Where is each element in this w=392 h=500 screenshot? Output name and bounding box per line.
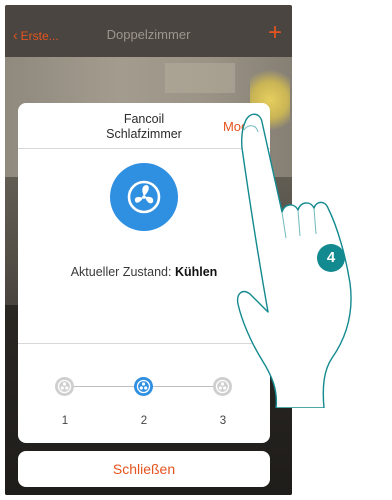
status-value: Kühlen [174,265,218,279]
speed-1-label: 1 [61,415,69,427]
fan-speed-icon [136,379,151,394]
page-title: Doppelzimmer [106,27,191,42]
close-button[interactable]: Schließen [18,451,270,487]
hand-pointer-icon [236,113,352,408]
top-bar: ‹ Erste... Doppelzimmer + [5,5,292,57]
speed-2-label: 2 [140,415,148,427]
plus-icon[interactable]: + [268,21,282,45]
step-number-badge: 4 [317,244,345,272]
status-prefix: Aktueller Zustand: [70,265,172,279]
speed-3-label: 3 [219,415,227,427]
fan-icon [127,180,161,214]
speed-2-button[interactable] [134,377,153,396]
background-picture-frame [165,63,235,93]
speed-1-button[interactable] [55,377,74,396]
fan-toggle-button[interactable] [110,163,178,231]
fan-speed-icon [57,379,72,394]
